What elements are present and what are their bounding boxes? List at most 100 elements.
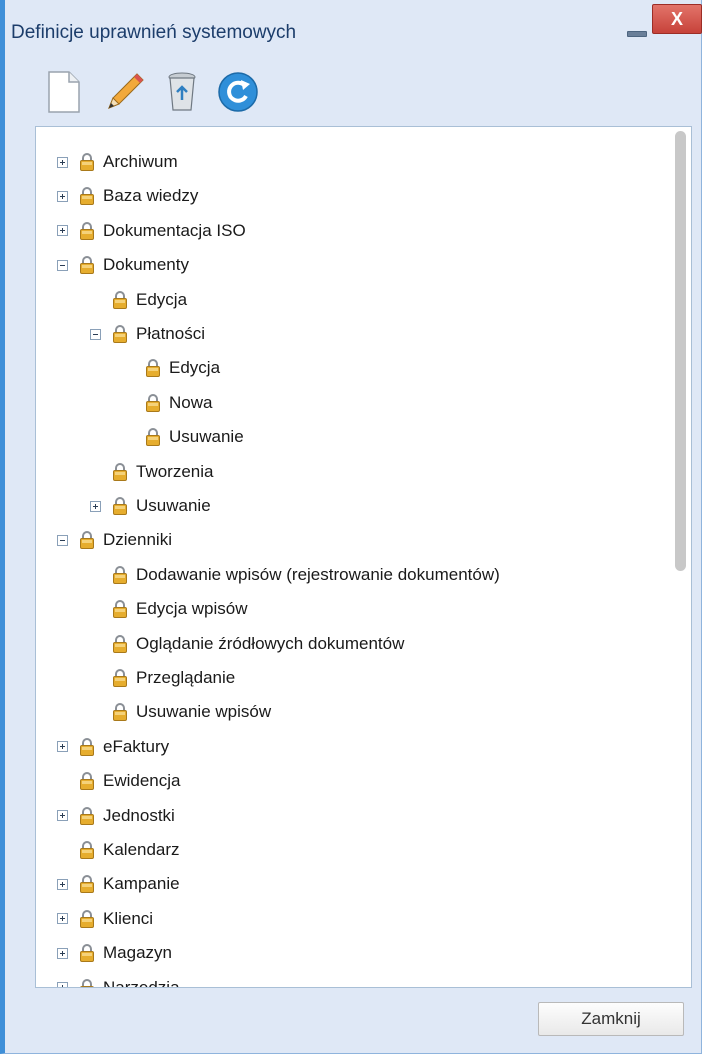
expand-icon[interactable] (57, 225, 68, 237)
expand-icon[interactable] (57, 913, 68, 925)
tree-node[interactable]: Edycja (123, 351, 220, 385)
expand-icon[interactable] (57, 947, 68, 959)
tree-node[interactable]: Dokumenty (57, 248, 189, 282)
tree-node[interactable]: Tworzenia (90, 455, 213, 489)
minimize-button[interactable] (619, 16, 653, 42)
lock-icon (113, 497, 127, 515)
tree-node-label: eFaktury (103, 736, 170, 756)
tree-node[interactable]: Magazyn (57, 936, 172, 970)
new-document-icon (48, 71, 80, 113)
tree-node-label: Usuwanie (136, 496, 211, 515)
expand-icon[interactable] (57, 190, 68, 202)
permissions-tree-panel: Archiwum Baza wiedzy Dokumentacja ISO Dokum… (35, 126, 692, 988)
tree-node-label: Dodawanie wpisów (rejestrowanie dokument… (136, 564, 500, 584)
lock-icon (80, 221, 94, 240)
tree-node[interactable]: Oglądanie źródłowych dokumentów (90, 627, 404, 661)
tree-node[interactable]: Narzędzia (57, 971, 180, 988)
expand-icon[interactable] (57, 810, 68, 822)
tree-node-label: Dokumenty (103, 255, 189, 275)
scrollbar-thumb[interactable] (675, 131, 686, 571)
expand-icon[interactable] (57, 156, 68, 168)
lock-icon (113, 565, 127, 584)
tree-node[interactable]: Usuwanie (123, 420, 244, 454)
tree-node[interactable]: Baza wiedzy (57, 179, 198, 213)
lock-icon (80, 806, 94, 825)
tree-node-label: Dzienniki (103, 530, 172, 550)
close-window-button[interactable]: X (652, 4, 702, 34)
lock-icon (80, 944, 94, 963)
tree-node[interactable]: Ewidencja (57, 764, 181, 798)
tree-node-label: Tworzenia (136, 461, 214, 481)
vertical-scrollbar[interactable] (671, 127, 691, 987)
tree-node-label: Archiwum (103, 152, 178, 171)
tree-node-label: Płatności (136, 324, 205, 343)
tree-node[interactable]: Dzienniki (57, 523, 172, 557)
collapse-icon[interactable] (57, 259, 68, 271)
tree-node[interactable]: Usuwanie wpisów (90, 695, 271, 729)
close-button[interactable]: Zamknij (538, 1002, 684, 1036)
lock-icon (80, 909, 94, 928)
tree-node[interactable]: Jednostki (57, 799, 175, 833)
tree-node-label: Klienci (103, 908, 154, 928)
lock-icon (113, 462, 127, 481)
tree-node[interactable]: Przeglądanie (90, 661, 235, 695)
permissions-window: Definicje uprawnień systemowych X Archiw… (0, 0, 702, 1054)
collapse-icon[interactable] (57, 534, 68, 546)
delete-button[interactable] (159, 68, 205, 114)
tree-node-label: Jednostki (103, 805, 175, 825)
lock-icon (80, 153, 94, 171)
edit-pencil-icon (108, 73, 144, 109)
tree-node[interactable]: eFaktury (57, 730, 169, 764)
edit-button[interactable] (101, 68, 147, 114)
lock-icon (80, 531, 94, 550)
tree-node-label: Oglądanie źródłowych dokumentów (136, 633, 405, 653)
tree-node[interactable]: Archiwum (57, 145, 178, 179)
lock-icon (80, 737, 94, 756)
collapse-icon[interactable] (90, 328, 101, 340)
recycle-bin-icon (168, 72, 196, 111)
title-bar[interactable]: Definicje uprawnień systemowych X (5, 0, 702, 58)
tree-node-label: Nowa (169, 392, 213, 412)
lock-icon (80, 256, 94, 275)
refresh-icon (218, 72, 258, 112)
lock-icon (113, 290, 127, 309)
toolbar (5, 62, 701, 122)
lock-icon (80, 187, 94, 206)
tree-node[interactable]: Dokumentacja ISO (57, 214, 246, 248)
lock-icon (113, 634, 127, 653)
lock-icon (80, 841, 94, 859)
tree-node-label: Edycja (136, 289, 188, 309)
tree-node[interactable]: Usuwanie (90, 489, 211, 523)
tree-node[interactable]: Edycja wpisów (90, 592, 248, 626)
tree-node[interactable]: Płatności (90, 317, 205, 351)
expand-icon[interactable] (57, 741, 68, 753)
tree-node-label: Edycja wpisów (136, 599, 248, 619)
refresh-button[interactable] (215, 68, 261, 114)
tree-node-label: Kampanie (103, 874, 180, 894)
tree-node-label: Edycja (169, 358, 221, 378)
tree-node-label: Magazyn (103, 943, 172, 963)
tree-node[interactable]: Klienci (57, 902, 153, 936)
lock-icon (113, 325, 127, 343)
lock-icon (113, 669, 127, 687)
tree-node-label: Usuwanie wpisów (136, 702, 272, 722)
tree-node[interactable]: Dodawanie wpisów (rejestrowanie dokument… (90, 558, 500, 592)
expand-icon[interactable] (57, 878, 68, 890)
new-button[interactable] (41, 68, 87, 114)
lock-icon (146, 359, 160, 378)
tree-node[interactable]: Edycja (90, 283, 187, 317)
expand-icon[interactable] (57, 982, 68, 987)
tree-node[interactable]: Kalendarz (57, 833, 180, 867)
lock-icon (80, 875, 94, 894)
tree-node[interactable]: Nowa (123, 386, 212, 420)
lock-icon (80, 978, 94, 987)
tree-node-label: Kalendarz (103, 840, 180, 859)
lock-icon (80, 772, 94, 791)
lock-icon (113, 703, 127, 722)
lock-icon (113, 600, 127, 619)
tree-node-label: Narzędzia (103, 977, 180, 988)
window-title: Definicje uprawnień systemowych (11, 22, 297, 43)
tree-node-label: Usuwanie (169, 427, 244, 447)
tree-node[interactable]: Kampanie (57, 867, 180, 901)
expand-icon[interactable] (90, 500, 101, 512)
